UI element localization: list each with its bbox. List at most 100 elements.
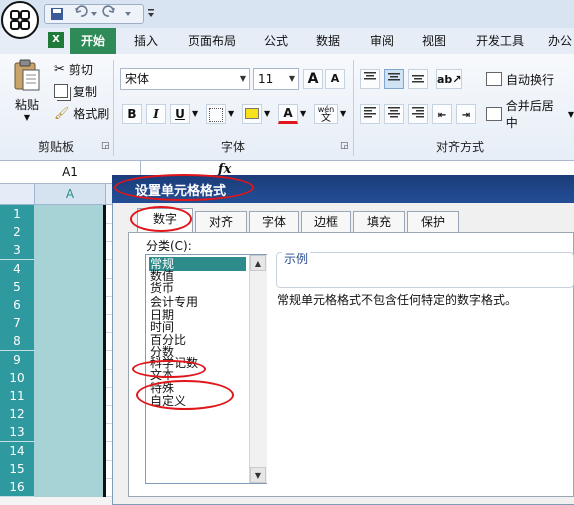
bold-label: B bbox=[127, 107, 137, 121]
row-header[interactable]: 13 bbox=[0, 423, 34, 443]
tab-page-layout[interactable]: 页面布局 bbox=[180, 28, 244, 54]
tab-number[interactable]: 数字 bbox=[137, 208, 193, 233]
paste-button[interactable]: 粘贴 ▼ bbox=[8, 58, 46, 136]
grow-font-button[interactable]: A bbox=[303, 69, 323, 89]
office-button[interactable] bbox=[1, 1, 39, 39]
row-header[interactable]: 14 bbox=[0, 441, 34, 461]
chevron-down-icon[interactable]: ▼ bbox=[192, 109, 198, 118]
ribbon-tab-bar: X 开始 插入 页面布局 公式 数据 审阅 视图 开发工具 办公 bbox=[0, 28, 574, 55]
chevron-down-icon[interactable]: ▼ bbox=[340, 109, 346, 118]
tab-font[interactable]: 字体 bbox=[249, 211, 299, 232]
copy-button[interactable]: 复制 bbox=[54, 82, 97, 100]
scroll-up-icon[interactable]: ▲ bbox=[250, 255, 266, 271]
tab-developer[interactable]: 开发工具 bbox=[468, 28, 532, 54]
row-header[interactable]: 9 bbox=[0, 350, 34, 370]
tab-protection[interactable]: 保护 bbox=[407, 211, 459, 232]
undo-icon[interactable] bbox=[75, 5, 97, 17]
align-center-button[interactable] bbox=[384, 104, 404, 124]
format-painter-button[interactable]: 🖌 格式刷 bbox=[54, 104, 109, 122]
chevron-down-icon: ▼ bbox=[567, 109, 574, 119]
tab-office[interactable]: 办公 bbox=[540, 28, 574, 54]
chevron-down-icon[interactable]: ▼ bbox=[264, 109, 270, 118]
column-a-selection[interactable] bbox=[34, 205, 104, 497]
font-color-button[interactable]: A bbox=[278, 104, 298, 124]
merge-center-button[interactable]: 合并后居中 ▼ bbox=[486, 99, 574, 130]
category-item-accounting[interactable]: 会计专用 bbox=[150, 295, 198, 309]
row-header[interactable]: 10 bbox=[0, 368, 34, 388]
row-header[interactable]: 15 bbox=[0, 459, 34, 479]
tab-border[interactable]: 边框 bbox=[301, 211, 351, 232]
cut-button[interactable]: ✂ 剪切 bbox=[54, 60, 93, 78]
tab-review[interactable]: 审阅 bbox=[362, 28, 402, 54]
font-size-select[interactable]: 11 ▼ bbox=[253, 68, 299, 90]
merge-center-icon bbox=[486, 107, 502, 121]
chevron-down-icon[interactable]: ▼ bbox=[300, 109, 306, 118]
decrease-indent-icon: ⇤ bbox=[437, 110, 447, 121]
tab-data[interactable]: 数据 bbox=[308, 28, 348, 54]
row-header[interactable]: 4 bbox=[0, 259, 34, 279]
row-header[interactable]: 11 bbox=[0, 387, 34, 406]
category-label: 分类(C): bbox=[146, 239, 192, 253]
row-header[interactable]: 6 bbox=[0, 296, 34, 315]
align-bottom-button[interactable] bbox=[408, 69, 428, 89]
category-scrollbar[interactable]: ▲ ▼ bbox=[249, 255, 267, 483]
increase-indent-button[interactable]: ⇥ bbox=[456, 104, 476, 124]
category-item-currency[interactable]: 货币 bbox=[150, 281, 174, 295]
chevron-down-icon[interactable]: ▼ bbox=[228, 109, 234, 118]
paste-label: 粘贴 bbox=[14, 98, 39, 112]
tab-insert[interactable]: 插入 bbox=[126, 28, 166, 54]
tab-formulas[interactable]: 公式 bbox=[256, 28, 296, 54]
tab-alignment[interactable]: 对齐 bbox=[195, 211, 247, 232]
row-header[interactable]: 3 bbox=[0, 241, 34, 261]
category-item-custom[interactable]: 自定义 bbox=[150, 394, 186, 408]
cut-label: 剪切 bbox=[68, 62, 93, 77]
row-header[interactable]: 12 bbox=[0, 405, 34, 425]
tab-fill[interactable]: 填充 bbox=[353, 211, 405, 232]
save-icon[interactable] bbox=[51, 8, 63, 20]
chevron-down-icon: ▼ bbox=[288, 74, 295, 83]
align-bottom-icon bbox=[412, 75, 424, 83]
category-item-time[interactable]: 时间 bbox=[150, 320, 174, 334]
row-header[interactable]: 16 bbox=[0, 478, 34, 497]
redo-icon[interactable] bbox=[102, 5, 131, 17]
underline-button[interactable]: U bbox=[170, 104, 190, 124]
font-name-select[interactable]: 宋体 ▼ bbox=[120, 68, 250, 90]
row-header[interactable]: 1 bbox=[0, 205, 34, 224]
tab-view[interactable]: 视图 bbox=[414, 28, 454, 54]
dialog-title: 设置单元格格式 bbox=[135, 184, 227, 199]
clipboard-launcher-icon[interactable]: ◲ bbox=[101, 141, 110, 151]
format-description: 常规单元格格式不包含任何特定的数字格式。 bbox=[277, 293, 518, 307]
wrap-text-button[interactable]: 自动换行 bbox=[486, 70, 554, 88]
font-launcher-icon[interactable]: ◲ bbox=[340, 141, 349, 151]
bold-button[interactable]: B bbox=[122, 104, 142, 124]
category-item-text[interactable]: 文本 bbox=[150, 368, 174, 382]
align-left-button[interactable] bbox=[360, 104, 380, 124]
decrease-indent-button[interactable]: ⇤ bbox=[432, 104, 452, 124]
align-top-icon bbox=[364, 72, 376, 80]
chevron-down-icon: ▼ bbox=[23, 113, 31, 122]
row-header[interactable]: 8 bbox=[0, 332, 34, 352]
font-color-label: A bbox=[283, 106, 293, 120]
shrink-font-button[interactable]: A bbox=[325, 69, 345, 89]
row-header[interactable]: 7 bbox=[0, 314, 34, 334]
align-middle-button[interactable] bbox=[384, 69, 404, 89]
row-header[interactable]: 2 bbox=[0, 223, 34, 243]
orientation-icon: ab↗ bbox=[437, 73, 462, 86]
row-header[interactable]: 5 bbox=[0, 277, 34, 297]
fill-color-button[interactable] bbox=[242, 104, 262, 124]
merge-center-label: 合并后居中 bbox=[505, 99, 554, 130]
customize-toolbar-icon[interactable] bbox=[146, 4, 156, 22]
orientation-button[interactable]: ab↗ bbox=[436, 69, 462, 89]
phonetic-guide-button[interactable]: wén 文 bbox=[314, 104, 338, 124]
ribbon: 粘贴 ▼ ✂ 剪切 复制 🖌 格式刷 剪贴板 ◲ 宋体 ▼ 11 ▼ A A B… bbox=[0, 54, 574, 161]
border-button[interactable] bbox=[206, 104, 226, 124]
category-item-special[interactable]: 特殊 bbox=[150, 381, 174, 395]
shrink-font-label: A bbox=[330, 72, 340, 85]
format-painter-icon: 🖌 bbox=[54, 106, 70, 120]
column-header-a[interactable]: A bbox=[34, 184, 106, 204]
align-top-button[interactable] bbox=[360, 69, 380, 89]
italic-button[interactable]: I bbox=[146, 104, 166, 124]
scroll-down-icon[interactable]: ▼ bbox=[250, 467, 266, 483]
tab-home[interactable]: 开始 bbox=[70, 28, 116, 54]
align-right-button[interactable] bbox=[408, 104, 428, 124]
